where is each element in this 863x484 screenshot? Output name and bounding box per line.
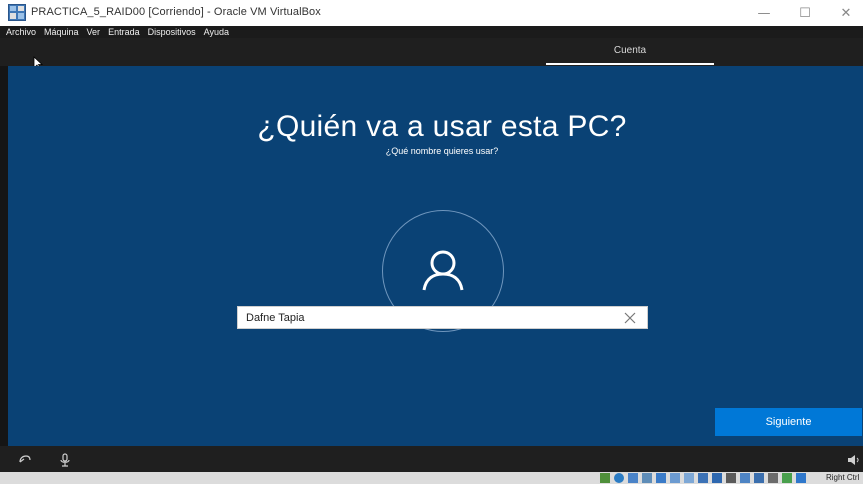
guest-additions-icon[interactable]: [782, 473, 792, 483]
display-icon[interactable]: [684, 473, 694, 483]
shared-folders-icon[interactable]: [670, 473, 680, 483]
host-key-label: Right Ctrl: [826, 473, 860, 482]
close-button[interactable]: ✕: [828, 0, 863, 26]
vm-state-icon[interactable]: [754, 473, 764, 483]
minimize-button[interactable]: —: [746, 0, 782, 26]
ease-of-access-icon[interactable]: [18, 453, 32, 467]
section-underline: [546, 63, 714, 65]
virtualbox-icon: [8, 4, 26, 21]
oobe-header: Cuenta: [0, 38, 863, 66]
vm-left-edge: [0, 66, 8, 446]
audio-icon[interactable]: [628, 473, 638, 483]
cpu-icon[interactable]: [726, 473, 736, 483]
network-icon[interactable]: [642, 473, 652, 483]
next-button[interactable]: Siguiente: [715, 408, 862, 436]
menu-ver[interactable]: Ver: [87, 26, 101, 38]
bottom-left-edge: [0, 446, 8, 472]
menu-dispositivos[interactable]: Dispositivos: [148, 26, 196, 38]
maximize-button[interactable]: ☐: [787, 0, 823, 26]
menu-entrada[interactable]: Entrada: [108, 26, 140, 38]
window-title: PRACTICA_5_RAID00 [Corriendo] - Oracle V…: [31, 6, 321, 18]
menu-maquina[interactable]: Máquina: [44, 26, 79, 38]
user-icon: [422, 250, 464, 291]
virtualbox-window: PRACTICA_5_RAID00 [Corriendo] - Oracle V…: [0, 0, 863, 484]
oobe-main-panel: ¿Quién va a usar esta PC? ¿Qué nombre qu…: [8, 66, 863, 446]
title-bar: PRACTICA_5_RAID00 [Corriendo] - Oracle V…: [0, 0, 863, 26]
page-title: ¿Quién va a usar esta PC?: [257, 110, 627, 143]
separator-icon: [768, 473, 778, 483]
section-label: Cuenta: [613, 45, 647, 56]
microphone-icon[interactable]: [58, 453, 72, 467]
close-icon[interactable]: [622, 310, 638, 326]
name-input[interactable]: [246, 307, 616, 328]
speaker-icon[interactable]: [846, 453, 860, 467]
oobe-footer: [8, 446, 863, 472]
hard-disk-icon[interactable]: [600, 473, 610, 483]
arrow-down-icon[interactable]: [796, 473, 806, 483]
page-subtitle: ¿Qué nombre quieres usar?: [385, 146, 499, 156]
keyboard-icon[interactable]: [740, 473, 750, 483]
menu-archivo[interactable]: Archivo: [6, 26, 36, 38]
vbox-status-bar: Right Ctrl: [0, 472, 863, 484]
recording-icon[interactable]: [698, 473, 708, 483]
menu-ayuda[interactable]: Ayuda: [204, 26, 229, 38]
optical-drive-icon[interactable]: [614, 473, 624, 483]
name-field[interactable]: [237, 306, 648, 329]
menu-bar: Archivo Máquina Ver Entrada Dispositivos…: [0, 26, 863, 38]
usb-icon[interactable]: [656, 473, 666, 483]
mouse-integration-icon[interactable]: [712, 473, 722, 483]
